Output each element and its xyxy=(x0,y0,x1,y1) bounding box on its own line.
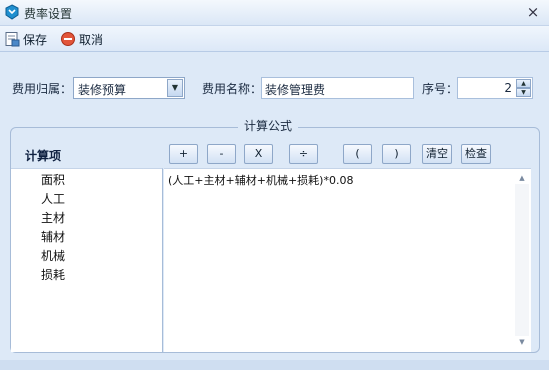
chevron-down-icon[interactable]: ▼ xyxy=(167,79,183,97)
clear-button[interactable]: 清空 xyxy=(422,144,452,164)
category-label: 费用归属： xyxy=(12,82,73,96)
name-value: 装修管理费 xyxy=(265,83,326,97)
app-logo-icon xyxy=(5,4,19,20)
list-item[interactable]: 面积 xyxy=(41,171,65,188)
category-select[interactable]: 装修预算 ▼ xyxy=(73,77,185,99)
spin-down-icon[interactable]: ▼ xyxy=(516,88,531,97)
list-item[interactable]: 损耗 xyxy=(41,266,65,283)
items-header: 计算项 xyxy=(25,149,62,163)
seq-stepper[interactable]: 2 ▲ ▼ xyxy=(457,77,533,99)
list-item[interactable]: 主材 xyxy=(41,209,65,226)
formula-text: (人工+主材+辅材+机械+损耗)*0.08 xyxy=(168,174,354,187)
seq-value: 2 xyxy=(504,81,512,95)
list-item[interactable]: 辅材 xyxy=(41,228,65,245)
fee-rate-dialog: 费率设置 × 保存 取消 费用归属： 装修预算 ▼ 费用名称： 装修管理费 序号… xyxy=(0,0,549,370)
multiply-button[interactable]: X xyxy=(244,144,273,164)
name-field[interactable]: 装修管理费 xyxy=(261,77,414,99)
formula-editor[interactable]: (人工+主材+辅材+机械+损耗)*0.08 xyxy=(164,168,531,352)
save-icon xyxy=(5,32,20,47)
formula-scrollbar[interactable] xyxy=(515,184,529,336)
right-paren-button[interactable]: ) xyxy=(382,144,411,164)
plus-button[interactable]: + xyxy=(169,144,198,164)
form-row: 费用归属： 装修预算 ▼ 费用名称： 装修管理费 序号： 2 ▲ ▼ xyxy=(0,76,549,100)
bottom-bar xyxy=(0,360,549,370)
divide-button[interactable]: ÷ xyxy=(289,144,318,164)
formula-group-title: 计算公式 xyxy=(238,117,299,134)
window-title: 费率设置 xyxy=(24,7,73,21)
minus-button[interactable]: - xyxy=(207,144,236,164)
calc-items-list[interactable]: 面积 人工 主材 辅材 机械 损耗 xyxy=(11,168,163,352)
list-item[interactable]: 机械 xyxy=(41,247,65,264)
list-item[interactable]: 人工 xyxy=(41,190,65,207)
spin-up-icon[interactable]: ▲ xyxy=(516,79,531,88)
cancel-label: 取消 xyxy=(79,32,104,47)
name-label: 费用名称： xyxy=(202,82,263,96)
left-paren-button[interactable]: ( xyxy=(343,144,372,164)
save-label: 保存 xyxy=(23,32,48,47)
title-bar: 费率设置 × xyxy=(0,0,549,26)
close-button[interactable]: × xyxy=(525,3,541,21)
scroll-down-icon[interactable]: ▼ xyxy=(515,336,529,348)
category-value: 装修预算 xyxy=(78,83,127,97)
save-button[interactable]: 保存 xyxy=(4,29,47,49)
seq-label: 序号： xyxy=(422,82,459,96)
toolbar: 保存 取消 xyxy=(0,26,549,52)
cancel-icon xyxy=(61,32,75,46)
check-button[interactable]: 检查 xyxy=(461,144,491,164)
cancel-button[interactable]: 取消 xyxy=(60,29,103,49)
scroll-up-icon[interactable]: ▲ xyxy=(515,172,529,184)
